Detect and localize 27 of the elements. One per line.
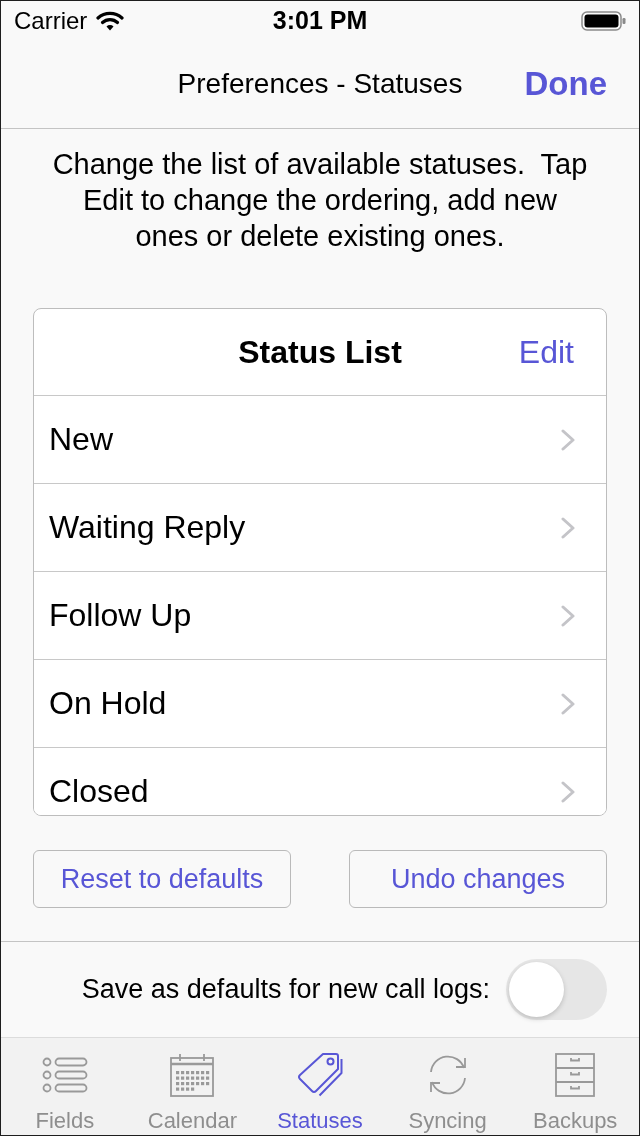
chevron-icon — [561, 428, 575, 451]
tab[interactable]: Statuses — [256, 1038, 384, 1135]
chevron-icon — [561, 604, 575, 627]
clock-time: 3:01 PM — [272, 6, 368, 35]
edit-button[interactable]: Edit — [518, 333, 574, 371]
battery-icon — [581, 10, 626, 31]
undo-button[interactable]: Undo changes — [349, 850, 607, 908]
carrier-label: Carrier — [14, 6, 88, 35]
tab[interactable]: Syncing — [383, 1038, 512, 1135]
reset-button[interactable]: Reset to defaults — [33, 850, 291, 908]
wifi-icon — [96, 10, 125, 31]
done-button[interactable]: Done — [524, 65, 607, 103]
toggle-label: Save as defaults for new call logs: — [81, 974, 490, 1005]
cabinet-icon — [555, 1053, 596, 1097]
card-title: Status List — [238, 333, 402, 371]
nav-title: Preferences - Statuses — [177, 68, 463, 100]
tab[interactable]: Calendar — [128, 1038, 257, 1135]
tag-icon — [297, 1052, 343, 1098]
chevron-icon — [561, 780, 575, 803]
chevron-icon — [561, 516, 575, 539]
tab[interactable]: Backups — [511, 1038, 639, 1135]
tab[interactable]: Fields — [1, 1038, 129, 1135]
description-text: Change the list of available statuses. Tap Edit to change the ordering, add new ones or delete existing ones. — [51, 147, 589, 254]
calendar-icon — [170, 1053, 215, 1097]
chevron-icon — [561, 692, 575, 715]
toggle-switch[interactable] — [506, 959, 607, 1020]
list-icon — [41, 1057, 88, 1093]
